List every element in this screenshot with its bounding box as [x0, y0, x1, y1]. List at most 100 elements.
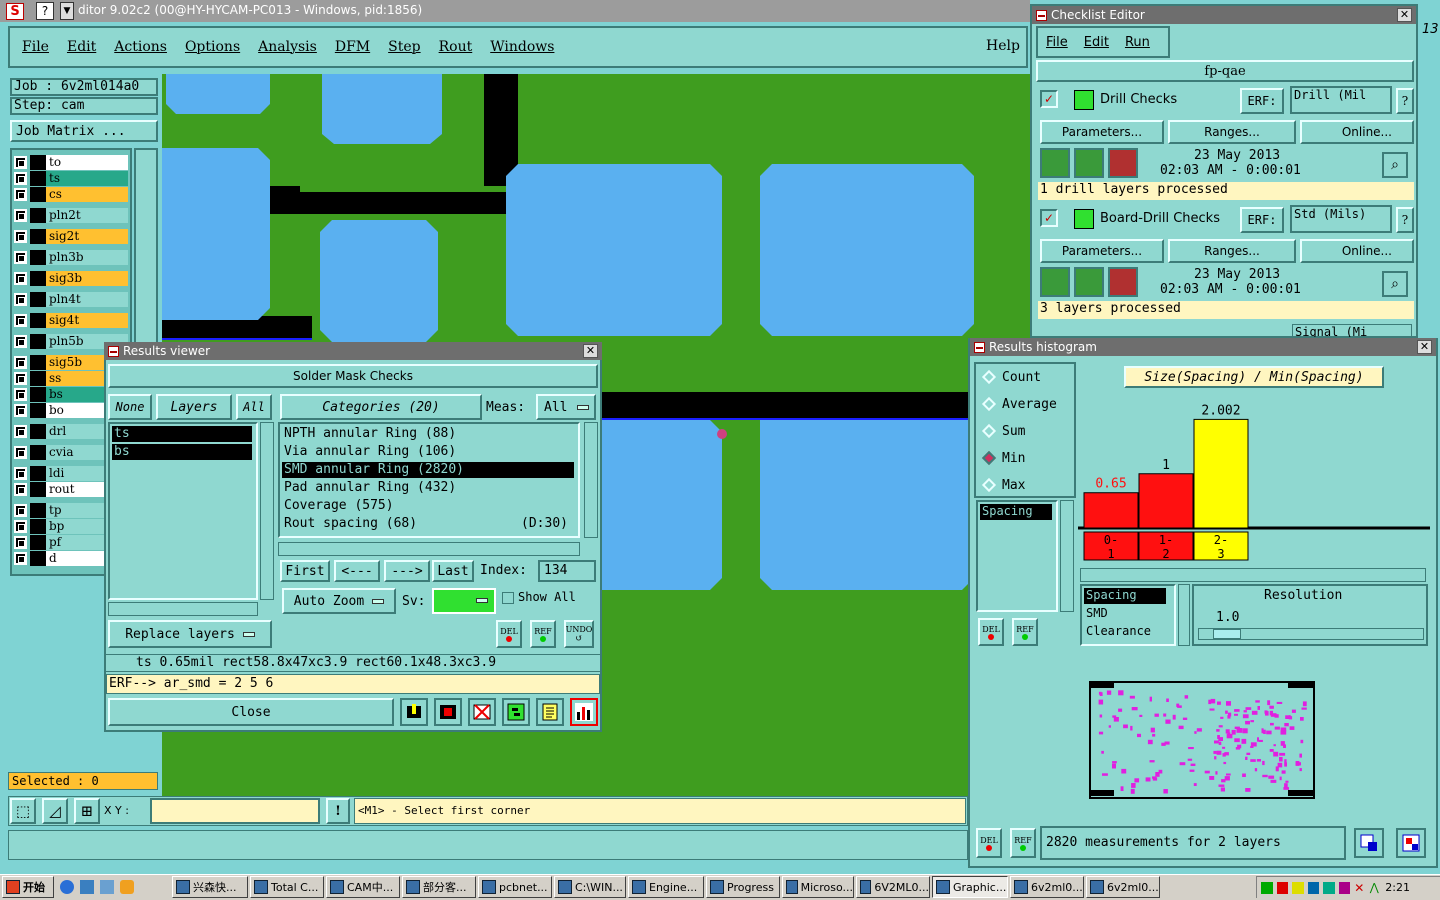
update-icon[interactable]	[1323, 881, 1335, 894]
taskbar-item[interactable]: 部分客...	[402, 876, 476, 898]
measure-list-scroll[interactable]	[1178, 584, 1190, 646]
check-enable-checkbox[interactable]: ✓	[1040, 90, 1058, 108]
ie-icon[interactable]	[60, 880, 74, 894]
erf-help-button[interactable]: ?	[1396, 88, 1414, 114]
histogram-list-item[interactable]: Spacing	[980, 504, 1052, 520]
category-item[interactable]: Coverage (575)	[282, 498, 574, 514]
stop-icon[interactable]	[1108, 148, 1138, 178]
online-button[interactable]: Online...	[1300, 120, 1414, 144]
start-button[interactable]: 开始	[2, 876, 54, 898]
layer-checkbox[interactable]	[14, 551, 27, 565]
category-item[interactable]: SMD annular Ring (2820)	[282, 462, 574, 478]
menu-rout[interactable]: Rout	[439, 39, 473, 55]
undo-button[interactable]: UNDO ↺	[564, 620, 594, 648]
chevron-down-icon[interactable]: ▼	[60, 2, 74, 20]
outlook-icon[interactable]	[80, 880, 94, 894]
layer-checkbox[interactable]	[14, 155, 27, 169]
ref-button[interactable]: REF	[530, 620, 556, 648]
network-icon[interactable]	[1261, 881, 1273, 894]
layer-checkbox[interactable]	[14, 466, 27, 480]
run-all-icon[interactable]	[1074, 267, 1104, 297]
snap-grid-icon[interactable]: ⊞	[74, 798, 100, 824]
layer-checkbox[interactable]	[14, 334, 27, 348]
taskbar-item[interactable]: 兴森快...	[172, 876, 248, 898]
layer-checkbox[interactable]	[14, 503, 27, 517]
histogram-icon[interactable]	[570, 698, 598, 726]
taskbar-item[interactable]: Total C...	[250, 876, 324, 898]
ref-off-icon[interactable]	[468, 698, 496, 726]
layer-results-item[interactable]: ts	[112, 426, 252, 442]
help-icon[interactable]: ?	[36, 2, 54, 20]
layer-checkbox[interactable]	[14, 171, 27, 185]
layers-button[interactable]: Layers	[156, 394, 232, 420]
menu-actions[interactable]: Actions	[114, 39, 167, 55]
layer-checkbox[interactable]	[14, 424, 27, 438]
resolution-slider[interactable]	[1198, 628, 1424, 640]
coordinate-input[interactable]	[150, 798, 320, 824]
close-button[interactable]: Close	[108, 698, 394, 726]
summary-ref-button[interactable]: REF	[1010, 828, 1036, 858]
job-matrix-button[interactable]: Job Matrix ...	[10, 120, 158, 142]
next-button[interactable]: --->	[384, 560, 430, 582]
option-average[interactable]: Average	[980, 395, 1057, 413]
ranges-button[interactable]: Ranges...	[1168, 120, 1296, 144]
checklist-menu-run[interactable]: Run	[1125, 35, 1150, 50]
taskbar-item[interactable]: C:\WIN...	[554, 876, 626, 898]
layer-row[interactable]: sig3b	[14, 270, 128, 286]
ranges-button[interactable]: Ranges...	[1168, 239, 1296, 263]
category-item[interactable]: Pad annular Ring (432)	[282, 480, 574, 496]
menu-windows[interactable]: Windows	[490, 39, 554, 55]
category-vscroll[interactable]	[584, 422, 598, 538]
histogram-list-scroll[interactable]	[1060, 500, 1074, 612]
menu-step[interactable]: Step	[388, 39, 420, 55]
category-item[interactable]: Via annular Ring (106)	[282, 444, 574, 460]
run-icon[interactable]	[1040, 148, 1070, 178]
prev-button[interactable]: <---	[334, 560, 380, 582]
layer-results-item[interactable]: bs	[112, 444, 252, 460]
measure-list-item[interactable]: SMD	[1084, 606, 1166, 622]
index-input[interactable]: 134	[538, 560, 596, 582]
checklist-menu-edit[interactable]: Edit	[1084, 35, 1109, 50]
parameters-button[interactable]: Parameters...	[1040, 239, 1164, 263]
layer-checkbox[interactable]	[14, 445, 27, 459]
stop-icon[interactable]	[1108, 267, 1138, 297]
taskbar-item[interactable]: CAM中...	[326, 876, 400, 898]
check-name[interactable]: Board-Drill Checks	[1100, 211, 1220, 226]
checklist-menu-file[interactable]: File	[1046, 35, 1068, 50]
layer-row[interactable]: sig4t	[14, 312, 128, 328]
select-tool-icon[interactable]: ⬚	[10, 798, 36, 824]
meas-select[interactable]: All	[536, 394, 596, 420]
categories-button[interactable]: Categories (20)	[280, 394, 482, 420]
category-item[interactable]: NPTH annular Ring (88)	[282, 426, 574, 442]
highlight-icon[interactable]	[434, 698, 462, 726]
layer-swap-icon[interactable]	[502, 698, 530, 726]
menu-options[interactable]: Options	[185, 39, 240, 55]
fit-view-icon[interactable]	[1396, 828, 1426, 858]
tray-arrow-icon[interactable]: ⋀	[1370, 881, 1382, 894]
menu-file[interactable]: File	[22, 39, 49, 55]
check-name[interactable]: Drill Checks	[1100, 92, 1177, 107]
taskbar-item[interactable]: pcbnet...	[478, 876, 552, 898]
show-all-checkbox[interactable]	[502, 592, 514, 604]
layer-checkbox[interactable]	[14, 271, 27, 285]
option-min[interactable]: Min	[980, 449, 1025, 467]
first-button[interactable]: First	[280, 560, 330, 582]
layer-row[interactable]: sig2t	[14, 228, 128, 244]
layer-row[interactable]: pln3b	[14, 249, 128, 265]
summary-del-button[interactable]: DEL	[976, 828, 1002, 858]
layer-checkbox[interactable]	[14, 292, 27, 306]
all-button[interactable]: All	[236, 394, 272, 420]
zoom-region-icon[interactable]	[1354, 828, 1384, 858]
zoom-icon[interactable]: ⌕	[1382, 152, 1408, 178]
app-icon[interactable]: S	[6, 3, 24, 20]
taskbar-item[interactable]: 6V2ML0...	[856, 876, 930, 898]
antivirus-icon[interactable]	[1338, 881, 1351, 894]
measure-list-item[interactable]: Clearance	[1084, 624, 1166, 640]
layer-checkbox[interactable]	[14, 535, 27, 549]
option-sum[interactable]: Sum	[980, 422, 1025, 440]
measure-list[interactable]: Spacing SMD Clearance	[1080, 584, 1176, 646]
layer-checkbox[interactable]	[14, 229, 27, 243]
layer-results-vscroll[interactable]	[260, 422, 274, 600]
layer-row[interactable]: ts	[14, 170, 128, 186]
option-count[interactable]: Count	[980, 368, 1041, 386]
